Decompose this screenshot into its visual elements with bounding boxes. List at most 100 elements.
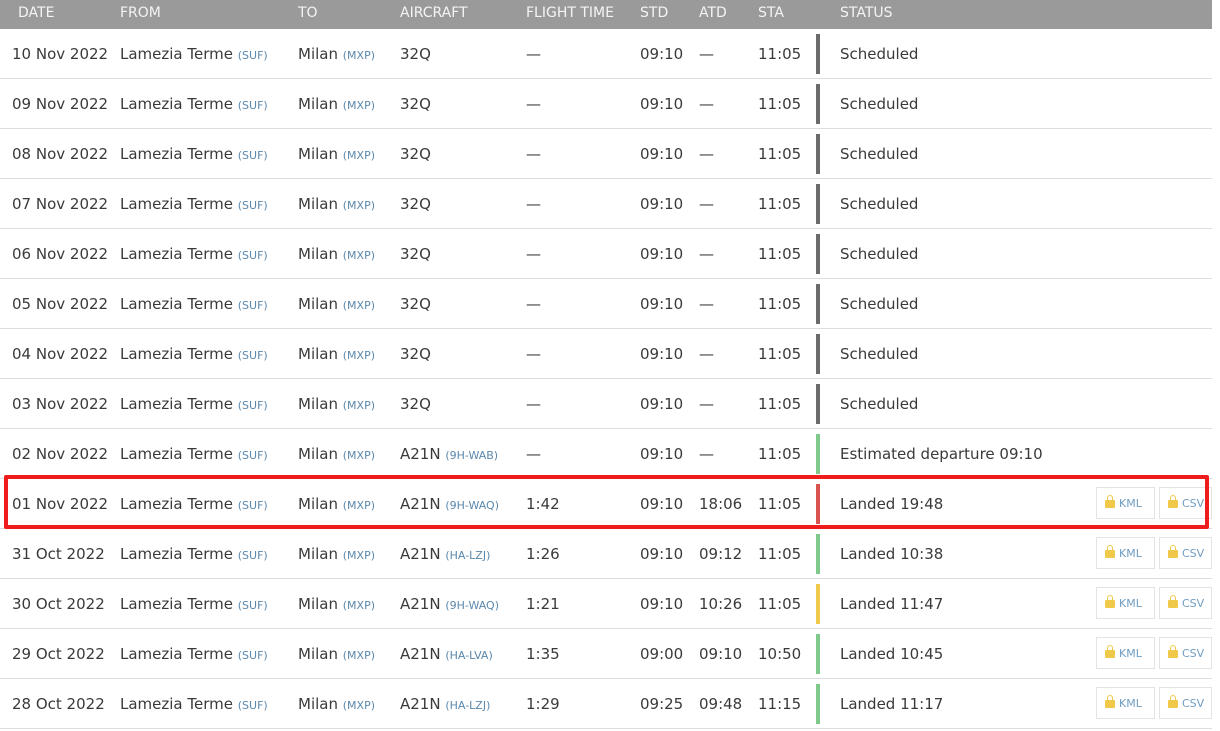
header-atd[interactable]: ATD (699, 0, 727, 26)
table-row[interactable]: 04 Nov 2022 Lamezia Terme (SUF) Milan (MXP… (0, 329, 1212, 379)
from-city[interactable]: Lamezia Terme (120, 95, 233, 113)
from-city[interactable]: Lamezia Terme (120, 245, 233, 263)
cell-from[interactable]: Lamezia Terme (SUF) (120, 79, 268, 131)
to-code[interactable]: (MXP) (343, 299, 375, 312)
aircraft-registration[interactable]: (HA-LZJ) (445, 699, 490, 712)
from-city[interactable]: Lamezia Terme (120, 445, 233, 463)
from-code[interactable]: (SUF) (238, 249, 268, 262)
to-city[interactable]: Milan (298, 295, 338, 313)
from-code[interactable]: (SUF) (238, 599, 268, 612)
cell-from[interactable]: Lamezia Terme (SUF) (120, 679, 268, 731)
cell-to[interactable]: Milan (MXP) (298, 679, 375, 731)
cell-from[interactable]: Lamezia Terme (SUF) (120, 579, 268, 631)
from-city[interactable]: Lamezia Terme (120, 395, 233, 413)
csv-download-button[interactable]: CSV (1159, 637, 1212, 669)
cell-to[interactable]: Milan (MXP) (298, 129, 375, 181)
table-row[interactable]: 06 Nov 2022 Lamezia Terme (SUF) Milan (MXP… (0, 229, 1212, 279)
header-from[interactable]: FROM (120, 0, 161, 26)
from-code[interactable]: (SUF) (238, 299, 268, 312)
from-city[interactable]: Lamezia Terme (120, 595, 233, 613)
cell-to[interactable]: Milan (MXP) (298, 529, 375, 581)
from-city[interactable]: Lamezia Terme (120, 295, 233, 313)
cell-to[interactable]: Milan (MXP) (298, 479, 375, 531)
cell-from[interactable]: Lamezia Terme (SUF) (120, 629, 268, 681)
to-code[interactable]: (MXP) (343, 649, 375, 662)
cell-to[interactable]: Milan (MXP) (298, 179, 375, 231)
kml-download-button[interactable]: KML (1096, 537, 1155, 569)
from-city[interactable]: Lamezia Terme (120, 345, 233, 363)
kml-download-button[interactable]: KML (1096, 687, 1155, 719)
table-row[interactable]: 03 Nov 2022 Lamezia Terme (SUF) Milan (MXP… (0, 379, 1212, 429)
cell-from[interactable]: Lamezia Terme (SUF) (120, 229, 268, 281)
to-code[interactable]: (MXP) (343, 49, 375, 62)
to-code[interactable]: (MXP) (343, 199, 375, 212)
from-city[interactable]: Lamezia Terme (120, 145, 233, 163)
to-code[interactable]: (MXP) (343, 249, 375, 262)
to-code[interactable]: (MXP) (343, 499, 375, 512)
kml-download-button[interactable]: KML (1096, 487, 1155, 519)
from-code[interactable]: (SUF) (238, 499, 268, 512)
from-code[interactable]: (SUF) (238, 449, 268, 462)
table-row[interactable]: 02 Nov 2022 Lamezia Terme (SUF) Milan (MXP… (0, 429, 1212, 479)
table-row[interactable]: 29 Oct 2022 Lamezia Terme (SUF) Milan (MXP… (0, 629, 1212, 679)
to-code[interactable]: (MXP) (343, 349, 375, 362)
cell-from[interactable]: Lamezia Terme (SUF) (120, 429, 268, 481)
cell-from[interactable]: Lamezia Terme (SUF) (120, 29, 268, 81)
table-row[interactable]: 28 Oct 2022 Lamezia Terme (SUF) Milan (MXP… (0, 679, 1212, 729)
kml-download-button[interactable]: KML (1096, 587, 1155, 619)
aircraft-registration[interactable]: (9H-WAQ) (445, 599, 499, 612)
cell-from[interactable]: Lamezia Terme (SUF) (120, 129, 268, 181)
cell-to[interactable]: Milan (MXP) (298, 79, 375, 131)
cell-to[interactable]: Milan (MXP) (298, 229, 375, 281)
from-code[interactable]: (SUF) (238, 49, 268, 62)
from-city[interactable]: Lamezia Terme (120, 695, 233, 713)
cell-from[interactable]: Lamezia Terme (SUF) (120, 479, 268, 531)
to-city[interactable]: Milan (298, 345, 338, 363)
to-code[interactable]: (MXP) (343, 399, 375, 412)
kml-download-button[interactable]: KML (1096, 637, 1155, 669)
csv-download-button[interactable]: CSV (1159, 687, 1212, 719)
to-city[interactable]: Milan (298, 45, 338, 63)
cell-from[interactable]: Lamezia Terme (SUF) (120, 329, 268, 381)
to-city[interactable]: Milan (298, 545, 338, 563)
cell-from[interactable]: Lamezia Terme (SUF) (120, 279, 268, 331)
csv-download-button[interactable]: CSV (1159, 587, 1212, 619)
to-code[interactable]: (MXP) (343, 149, 375, 162)
table-row[interactable]: 01 Nov 2022 Lamezia Terme (SUF) Milan (MXP… (0, 479, 1212, 529)
table-row[interactable]: 09 Nov 2022 Lamezia Terme (SUF) Milan (MXP… (0, 79, 1212, 129)
to-city[interactable]: Milan (298, 245, 338, 263)
to-code[interactable]: (MXP) (343, 549, 375, 562)
cell-from[interactable]: Lamezia Terme (SUF) (120, 179, 268, 231)
from-city[interactable]: Lamezia Terme (120, 645, 233, 663)
table-row[interactable]: 08 Nov 2022 Lamezia Terme (SUF) Milan (MXP… (0, 129, 1212, 179)
to-code[interactable]: (MXP) (343, 449, 375, 462)
header-sta[interactable]: STA (758, 0, 784, 26)
header-status[interactable]: STATUS (840, 0, 893, 26)
to-code[interactable]: (MXP) (343, 599, 375, 612)
from-city[interactable]: Lamezia Terme (120, 45, 233, 63)
table-row[interactable]: 07 Nov 2022 Lamezia Terme (SUF) Milan (MXP… (0, 179, 1212, 229)
to-city[interactable]: Milan (298, 645, 338, 663)
to-city[interactable]: Milan (298, 395, 338, 413)
cell-to[interactable]: Milan (MXP) (298, 279, 375, 331)
to-code[interactable]: (MXP) (343, 99, 375, 112)
to-city[interactable]: Milan (298, 195, 338, 213)
aircraft-registration[interactable]: (9H-WAB) (445, 449, 498, 462)
from-code[interactable]: (SUF) (238, 349, 268, 362)
table-row[interactable]: 10 Nov 2022 Lamezia Terme (SUF) Milan (MXP… (0, 29, 1212, 79)
to-city[interactable]: Milan (298, 145, 338, 163)
table-row[interactable]: 31 Oct 2022 Lamezia Terme (SUF) Milan (MXP… (0, 529, 1212, 579)
header-to[interactable]: TO (298, 0, 318, 26)
to-city[interactable]: Milan (298, 695, 338, 713)
from-city[interactable]: Lamezia Terme (120, 495, 233, 513)
from-city[interactable]: Lamezia Terme (120, 545, 233, 563)
from-code[interactable]: (SUF) (238, 99, 268, 112)
to-city[interactable]: Milan (298, 95, 338, 113)
cell-to[interactable]: Milan (MXP) (298, 379, 375, 431)
from-city[interactable]: Lamezia Terme (120, 195, 233, 213)
cell-to[interactable]: Milan (MXP) (298, 629, 375, 681)
csv-download-button[interactable]: CSV (1159, 537, 1212, 569)
to-code[interactable]: (MXP) (343, 699, 375, 712)
to-city[interactable]: Milan (298, 445, 338, 463)
cell-to[interactable]: Milan (MXP) (298, 29, 375, 81)
